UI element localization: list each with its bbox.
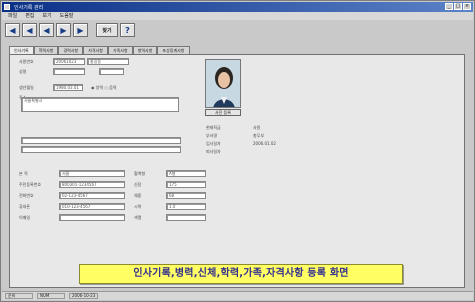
tab-family[interactable]: 가족사항 [107, 46, 133, 54]
status-ready: 준비 [5, 293, 33, 299]
status-date: 2006-10-23 [69, 293, 99, 299]
leave-date-label: 퇴사일자 [206, 149, 221, 154]
menu-help[interactable]: 도움말 [60, 12, 74, 20]
title-bar: 인사기록 관리 _ □ × [2, 2, 473, 12]
department-value: 총무부 [253, 133, 265, 138]
record-toolbar: ◀ ◀ ◀ ▶ ▶ 찾기 ? [5, 22, 135, 38]
tab-career[interactable]: 경력사항 [58, 46, 84, 54]
help-icon[interactable]: ? [120, 23, 135, 37]
lower-row-4-field[interactable]: 010-123-4567 [59, 203, 125, 210]
lower-row-4-mid-label: 시력 [134, 204, 142, 209]
previous-record-button[interactable]: ◀ [22, 23, 37, 37]
next-record-button[interactable]: ▶ [56, 23, 71, 37]
name-extra-field[interactable] [99, 68, 124, 75]
window-title: 인사기록 관리 [14, 5, 44, 11]
application-window: 인사기록 관리 _ □ × 파일 편집 보기 도움말 ◀ ◀ ◀ ▶ ▶ 찾기 … [0, 0, 475, 302]
join-date-label: 입사일자 [206, 141, 221, 146]
lower-row-2-field[interactable]: 800301-1234567 [59, 181, 125, 188]
status-bar: 준비 NUM 2006-10-23 [2, 291, 473, 300]
lower-row-2-mid-field[interactable]: 175 [166, 181, 206, 188]
employee-id-label: 사원번호 [19, 59, 34, 64]
birth-date-label: 생년월일 [19, 85, 34, 90]
search-button[interactable]: 찾기 [96, 23, 118, 37]
address-field[interactable]: 서울특별시 [21, 97, 179, 112]
menu-edit[interactable]: 편집 [25, 12, 34, 20]
last-record-button[interactable]: ▶ [73, 23, 88, 37]
lower-row-2-label: 주민등록번호 [19, 182, 42, 187]
employee-name-field[interactable]: 홍길동 [87, 58, 129, 65]
name-label: 성명 [19, 69, 27, 74]
tab-awards[interactable]: 포상징계사항 [157, 46, 190, 54]
current-rank-label: 현재직급 [206, 125, 221, 130]
record-tabs: 인사기록 학력사항 경력사항 자격사항 가족사항 병역사항 포상징계사항 [9, 46, 190, 54]
lower-row-5-mid-field[interactable] [166, 214, 206, 221]
memo-field-1[interactable] [21, 137, 181, 144]
window-controls: _ □ × [445, 3, 471, 10]
first-record-button[interactable]: ◀ [5, 23, 20, 37]
lower-row-3-mid-label: 체중 [134, 193, 142, 198]
photo-register-button[interactable]: 사진 등록 [205, 109, 241, 116]
name-field[interactable] [53, 68, 85, 75]
lower-row-1-mid-field[interactable]: A형 [166, 170, 206, 177]
close-button[interactable]: × [463, 3, 471, 10]
employee-id-field[interactable]: 20061023 [53, 58, 85, 65]
department-label: 부서명 [206, 133, 218, 138]
menu-bar: 파일 편집 보기 도움말 [2, 12, 473, 20]
memo-field-2[interactable] [21, 146, 181, 153]
join-date-value: 2006.01.02 [253, 141, 276, 146]
person-photo-icon [206, 60, 240, 107]
employee-photo [205, 59, 241, 108]
lower-row-5-field[interactable] [59, 214, 125, 221]
status-num: NUM [37, 293, 65, 299]
tab-certificates[interactable]: 자격사항 [83, 46, 108, 54]
lower-row-1-label: 본 적 [19, 171, 28, 176]
lower-row-5-mid-label: 색맹 [134, 215, 142, 220]
birth-date-field[interactable]: 1980.03.01 [53, 84, 83, 91]
lower-row-4-mid-field[interactable]: 1.0 [166, 203, 206, 210]
back-record-button[interactable]: ◀ [39, 23, 54, 37]
current-rank-value: 사원 [253, 125, 261, 130]
calendar-type-radio[interactable]: ◉ 양력 ○ 음력 [91, 85, 117, 91]
minimize-button[interactable]: _ [445, 3, 453, 10]
lower-row-3-mid-field[interactable]: 68 [166, 192, 206, 199]
tab-personnel[interactable]: 인사기록 [9, 46, 34, 54]
screen-caption: 인사기록,병력,신체,학력,가족,자격사항 등록 화면 [79, 264, 403, 284]
lower-row-3-label: 전화번호 [19, 193, 34, 198]
lower-row-2-mid-label: 신장 [134, 182, 142, 187]
lower-row-4-label: 휴대폰 [19, 204, 31, 209]
menu-view[interactable]: 보기 [42, 12, 51, 20]
maximize-button[interactable]: □ [454, 3, 462, 10]
lower-row-1-field[interactable]: 서울 [59, 170, 125, 177]
lower-row-3-field[interactable]: 02-123-4567 [59, 192, 125, 199]
lower-row-1-mid-label: 혈액형 [134, 171, 146, 176]
lower-row-5-label: 이메일 [19, 215, 31, 220]
tab-military[interactable]: 병역사항 [132, 46, 158, 54]
menu-file[interactable]: 파일 [8, 12, 17, 20]
app-icon [4, 4, 10, 10]
tab-education[interactable]: 학력사항 [33, 46, 59, 54]
